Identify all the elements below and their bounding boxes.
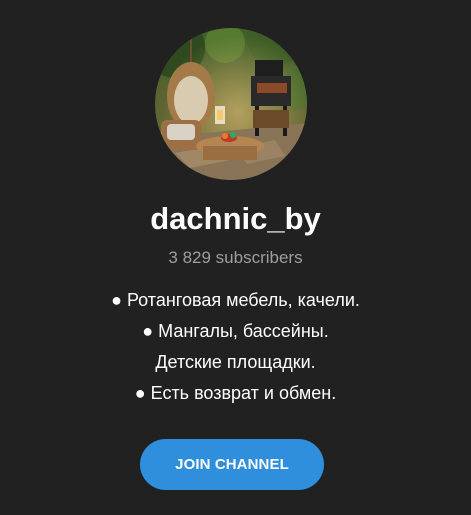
description-line: ● Мангалы, бассейны. xyxy=(142,321,329,341)
channel-info-page: dachnic_by 3 829 subscribers ● Ротангова… xyxy=(0,0,471,515)
subscriber-count: 3 829 subscribers xyxy=(168,248,303,267)
channel-title: dachnic_by xyxy=(150,201,321,236)
description-line: ● Есть возврат и обмен. xyxy=(134,383,337,403)
description-line: Детские площадки. xyxy=(155,352,316,372)
description-line: ● Ротанговая мебель, качели. xyxy=(111,290,360,310)
channel-avatar[interactable] xyxy=(155,28,307,180)
join-channel-button[interactable]: JOIN CHANNEL xyxy=(140,439,324,490)
channel-description: ● Ротанговая мебель, качели. ● Мангалы, … xyxy=(0,285,471,409)
garden-furniture-photo-icon xyxy=(155,28,307,180)
